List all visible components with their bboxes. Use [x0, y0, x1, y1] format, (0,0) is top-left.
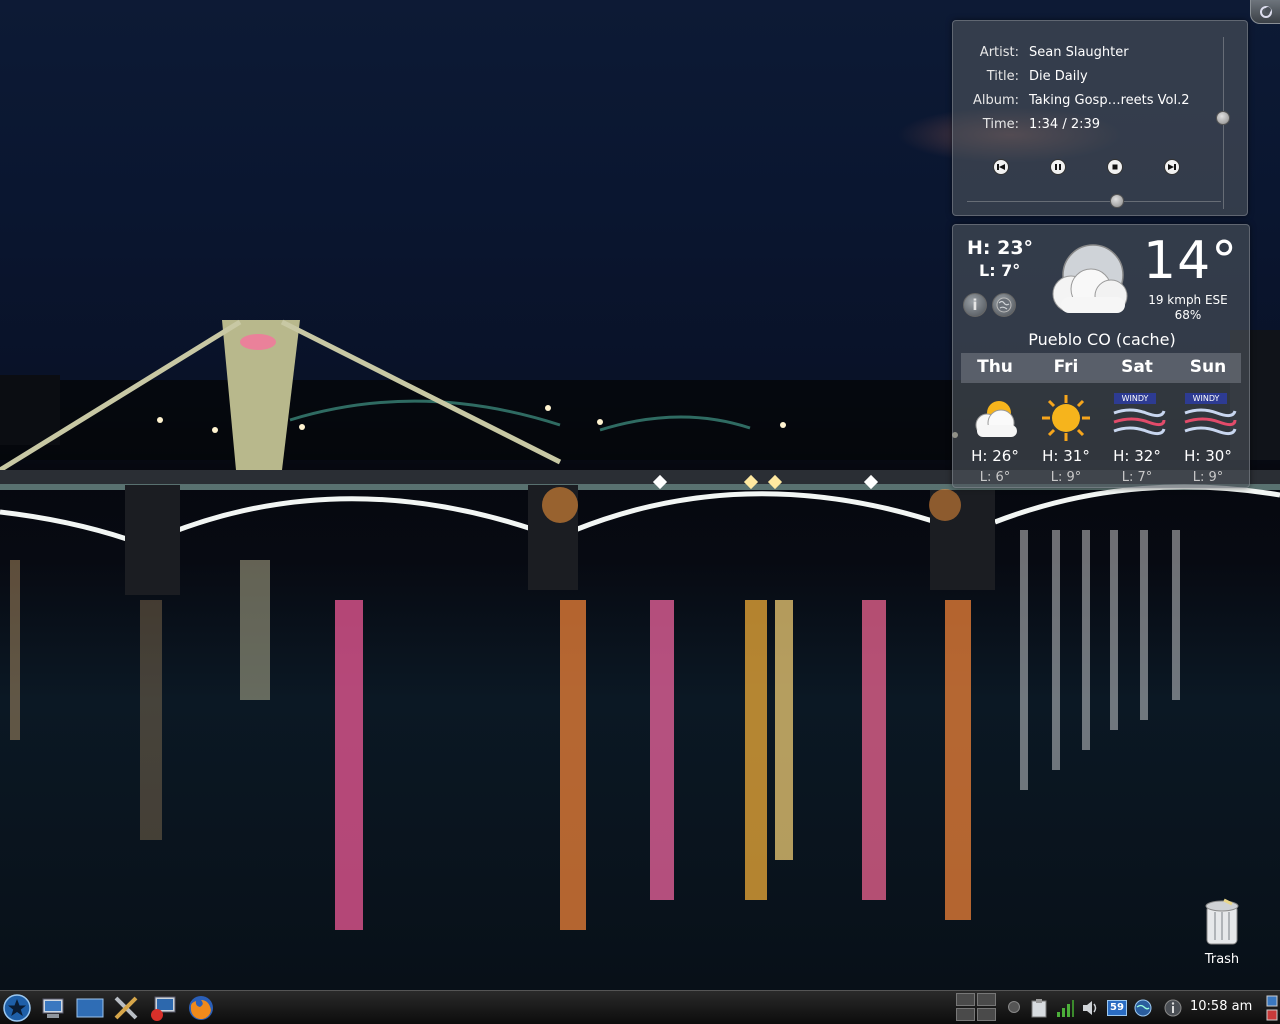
weather-widget: H: 23° L: 7° i 14° 19 kmph ESE 68% Puebl…: [952, 224, 1250, 488]
remote-desktop-icon: [151, 996, 176, 1021]
network-signal-icon: [1057, 1000, 1074, 1017]
next-icon: [1168, 164, 1176, 170]
volume-button[interactable]: [1080, 997, 1102, 1019]
desktop-4[interactable]: [977, 1008, 996, 1021]
windy-tag: WINDY: [1185, 393, 1227, 404]
previous-track-button[interactable]: [993, 159, 1009, 175]
firefox-launcher[interactable]: [186, 993, 216, 1023]
artist-row: Artist: Sean Slaughter: [953, 45, 1129, 63]
weather-location: Pueblo CO (cache): [1028, 330, 1176, 349]
forecast-low-fri: L: 9°: [1050, 470, 1082, 485]
virtual-desktop-pager: [956, 993, 998, 1023]
forecast-high-sun: H: 30°: [1184, 447, 1232, 465]
panel-toolbox[interactable]: [1265, 993, 1279, 1023]
title-label: Title:: [986, 69, 1019, 84]
remote-desktop-launcher[interactable]: [148, 993, 178, 1023]
current-temperature: 14°: [1143, 231, 1239, 291]
system-tray: 59: [1026, 997, 1184, 1019]
album-label: Album:: [972, 93, 1019, 108]
clipboard-icon: [1031, 999, 1047, 1018]
desktop-toolbox-button[interactable]: [1250, 0, 1280, 24]
clipboard-button[interactable]: [1028, 997, 1050, 1019]
windy-tag: WINDY: [1114, 393, 1156, 404]
today-high: H: 23°: [967, 237, 1034, 259]
updates-button[interactable]: 59: [1106, 997, 1128, 1019]
network-manager-button[interactable]: [1132, 997, 1154, 1019]
tools-launcher[interactable]: [111, 993, 141, 1023]
trash-desktop-icon[interactable]: Trash: [1196, 898, 1248, 968]
panel-toolbox-icon: [1266, 995, 1278, 1021]
desktop-2[interactable]: [977, 993, 996, 1006]
title-value: Die Daily: [1029, 69, 1088, 84]
now-playing-widget: Artist: Sean Slaughter Title: Die Daily …: [952, 20, 1248, 216]
time-value: 1:34 / 2:39: [1029, 117, 1101, 132]
taskbar: 59 10:58 am: [0, 990, 1280, 1024]
globe-icon: [996, 297, 1012, 313]
firefox-icon: [189, 996, 213, 1020]
next-track-button[interactable]: [1164, 159, 1180, 175]
plasma-cashew-icon: [1259, 5, 1272, 18]
digital-clock[interactable]: 10:58 am: [1190, 999, 1252, 1014]
partly-cloudy-icon: [975, 401, 1017, 437]
forecast-day-sat: Sat: [1121, 357, 1153, 377]
forecast-day-sun: Sun: [1189, 357, 1227, 377]
artist-label: Artist:: [979, 45, 1019, 60]
forecast-low-thu: L: 6°: [979, 470, 1011, 485]
stop-icon: [1112, 164, 1118, 170]
network-signal-button[interactable]: [1054, 997, 1076, 1019]
tools-icon: [114, 996, 138, 1020]
wind-swirl-icon: [1184, 408, 1237, 436]
cloudy-icon: [1052, 244, 1128, 313]
previous-icon: [997, 164, 1005, 170]
album-value: Taking Gosp…reets Vol.2: [1029, 93, 1190, 108]
kickoff-icon: [3, 994, 31, 1022]
artist-value: Sean Slaughter: [1029, 45, 1129, 60]
desktop-3[interactable]: [956, 1008, 975, 1021]
time-label: Time:: [982, 117, 1019, 132]
forecast-low-sun: L: 9°: [1192, 470, 1224, 485]
notifications-button[interactable]: [1162, 997, 1184, 1019]
forecast-low-sat: L: 7°: [1121, 470, 1153, 485]
info-icon: i: [972, 296, 978, 314]
updates-icon: 59: [1107, 1000, 1127, 1016]
desktop-1[interactable]: [956, 993, 975, 1006]
application-launcher-button[interactable]: [2, 993, 32, 1023]
weather-info-button[interactable]: i: [963, 293, 987, 317]
trash-label: Trash: [1204, 952, 1240, 967]
seek-slider-handle[interactable]: [1109, 194, 1124, 208]
forecast-high-sat: H: 32°: [1113, 447, 1161, 465]
pause-button[interactable]: [1050, 159, 1066, 175]
system-settings-icon: [42, 998, 64, 1018]
forecast-day-fri: Fri: [1053, 357, 1079, 377]
forecast-day-thu: Thu: [977, 357, 1013, 377]
stop-button[interactable]: [1107, 159, 1123, 175]
sunny-icon: [1042, 395, 1090, 441]
wind-speed: 19 kmph ESE: [1148, 293, 1228, 307]
volume-icon: [1083, 1001, 1097, 1015]
pause-icon: [1055, 164, 1061, 170]
trash-icon: [1205, 898, 1239, 945]
title-row: Title: Die Daily: [953, 69, 1088, 87]
seek-slider[interactable]: [967, 201, 1221, 202]
forecast-high-thu: H: 26°: [971, 447, 1019, 465]
system-settings-launcher[interactable]: [38, 993, 68, 1023]
humidity: 68%: [1174, 308, 1202, 322]
network-globe-icon: [1134, 999, 1152, 1017]
windy-icon: WINDY: [1110, 393, 1166, 443]
show-desktop-launcher[interactable]: [75, 993, 105, 1023]
forecast-high-fri: H: 31°: [1042, 447, 1090, 465]
wind-swirl-icon: [1113, 408, 1166, 436]
desktop-icon: [76, 998, 104, 1018]
windy-icon: WINDY: [1181, 393, 1237, 443]
album-row: Album: Taking Gosp…reets Vol.2: [953, 93, 1190, 111]
time-row: Time: 1:34 / 2:39: [953, 117, 1100, 135]
today-low: L: 7°: [979, 261, 1021, 280]
tray-expander-button[interactable]: [1008, 1001, 1020, 1013]
info-icon: [1164, 999, 1182, 1017]
volume-slider-handle[interactable]: [1216, 110, 1230, 125]
weather-location-button[interactable]: [992, 293, 1016, 317]
